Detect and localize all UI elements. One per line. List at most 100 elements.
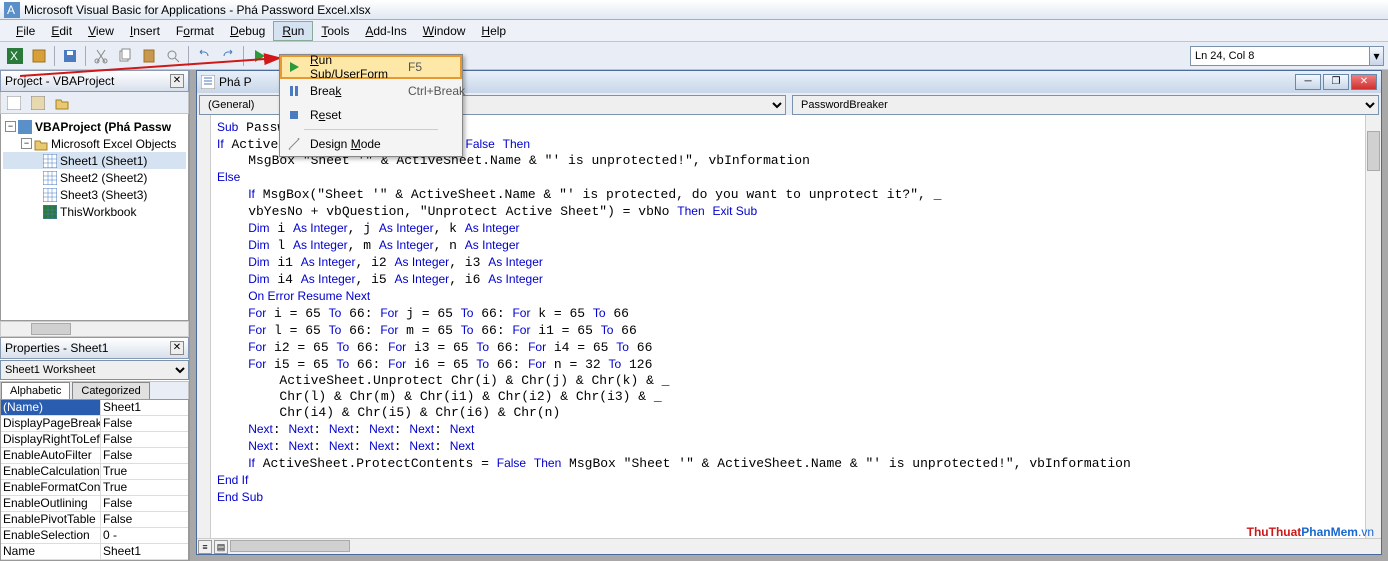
undo-icon[interactable] <box>193 45 215 67</box>
tab-alphabetic[interactable]: Alphabetic <box>1 382 70 399</box>
properties-panel: Sheet1 Worksheet Alphabetic Categorized … <box>0 359 189 561</box>
tree-item[interactable]: Sheet1 (Sheet1) <box>3 152 186 169</box>
property-value[interactable]: Sheet1 <box>101 544 188 559</box>
tree-folder[interactable]: − Microsoft Excel Objects <box>3 135 186 152</box>
menu-run-sub[interactable]: Run Sub/UserForm F5 <box>280 55 462 79</box>
property-row[interactable]: EnablePivotTableFalse <box>1 512 188 528</box>
property-value[interactable]: True <box>101 464 188 479</box>
project-scroll-h[interactable] <box>0 321 189 337</box>
scrollbar-horizontal[interactable] <box>229 539 1381 554</box>
menu-debug[interactable]: Debug <box>222 22 273 40</box>
view-excel-icon[interactable]: X <box>4 45 26 67</box>
run-icon[interactable] <box>248 45 270 67</box>
menu-bar: File Edit View Insert Format Debug Run T… <box>0 20 1388 42</box>
property-name: EnableSelection <box>1 528 101 543</box>
code-gutter <box>197 115 211 538</box>
menu-reset[interactable]: Reset <box>280 103 462 127</box>
left-dock: Project - VBAProject ✕ − VBAProject (Phá… <box>0 70 190 561</box>
property-row[interactable]: EnableOutliningFalse <box>1 496 188 512</box>
property-value[interactable]: False <box>101 448 188 463</box>
redo-icon[interactable] <box>217 45 239 67</box>
menu-window[interactable]: Window <box>415 22 474 40</box>
play-icon <box>284 61 304 73</box>
vba-app-icon: A <box>4 2 20 18</box>
cursor-position[interactable] <box>1190 46 1370 66</box>
svg-text:X: X <box>10 49 18 63</box>
tree-item[interactable]: ThisWorkbook <box>3 203 186 220</box>
view-code-icon[interactable] <box>3 92 25 114</box>
workbook-icon <box>43 205 57 219</box>
property-row[interactable]: EnableSelection0 - xlNoRestrictions <box>1 528 188 544</box>
property-value[interactable]: 0 - xlNoRestrictions <box>101 528 188 543</box>
save-icon[interactable] <box>59 45 81 67</box>
tree-root[interactable]: − VBAProject (Phá Passw <box>3 118 186 135</box>
stop-icon <box>284 109 304 121</box>
property-row[interactable]: DisplayPageBreaksFalse <box>1 416 188 432</box>
property-value[interactable]: False <box>101 432 188 447</box>
folder-icon <box>34 137 48 151</box>
title-bar: A Microsoft Visual Basic for Application… <box>0 0 1388 20</box>
code-editor[interactable]: Sub PasswordBreaker() If ActiveSheet.Pro… <box>211 115 1365 538</box>
menu-break[interactable]: Break Ctrl+Break <box>280 79 462 103</box>
insert-dropdown-icon[interactable] <box>28 45 50 67</box>
property-value[interactable]: Sheet1 <box>101 400 188 415</box>
project-panel-title[interactable]: Project - VBAProject ✕ <box>0 70 189 92</box>
menu-view[interactable]: View <box>80 22 122 40</box>
paste-icon[interactable] <box>138 45 160 67</box>
property-name: Name <box>1 544 101 559</box>
tab-categorized[interactable]: Categorized <box>72 382 149 399</box>
vba-project-icon <box>18 120 32 134</box>
menu-help[interactable]: Help <box>473 22 514 40</box>
property-value[interactable]: False <box>101 512 188 527</box>
project-tree[interactable]: − VBAProject (Phá Passw − Microsoft Exce… <box>0 114 189 321</box>
menu-tools[interactable]: Tools <box>313 22 357 40</box>
property-row[interactable]: (Name)Sheet1 <box>1 400 188 416</box>
object-selector[interactable]: Sheet1 Worksheet <box>0 360 189 380</box>
minimize-button[interactable]: ─ <box>1295 74 1321 90</box>
properties-panel-title[interactable]: Properties - Sheet1 ✕ <box>0 337 189 359</box>
property-name: EnablePivotTable <box>1 512 101 527</box>
property-name: EnableAutoFilter <box>1 448 101 463</box>
cursor-dropdown-icon[interactable]: ▾ <box>1370 46 1384 66</box>
menu-format[interactable]: Format <box>168 22 222 40</box>
tree-item[interactable]: Sheet2 (Sheet2) <box>3 169 186 186</box>
procedure-dropdown[interactable]: PasswordBreaker <box>792 95 1379 115</box>
collapse-icon[interactable]: − <box>5 121 16 132</box>
scrollbar-vertical[interactable] <box>1365 115 1381 538</box>
folder-icon[interactable] <box>51 92 73 114</box>
property-name: EnableOutlining <box>1 496 101 511</box>
cut-icon[interactable] <box>90 45 112 67</box>
procedure-view-icon[interactable]: ≡ <box>198 540 212 554</box>
project-toolbar <box>0 92 189 114</box>
property-value[interactable]: False <box>101 416 188 431</box>
tree-item[interactable]: Sheet3 (Sheet3) <box>3 186 186 203</box>
collapse-icon[interactable]: − <box>21 138 32 149</box>
property-row[interactable]: DisplayRightToLeftFalse <box>1 432 188 448</box>
property-name: (Name) <box>1 400 101 415</box>
menu-design-mode[interactable]: Design Mode <box>280 132 462 156</box>
app-title: Microsoft Visual Basic for Applications … <box>24 3 371 17</box>
find-icon[interactable] <box>162 45 184 67</box>
property-row[interactable]: EnableFormatConditionsCalculationTrue <box>1 480 188 496</box>
property-row[interactable]: EnableAutoFilterFalse <box>1 448 188 464</box>
close-button[interactable]: ✕ <box>1351 74 1377 90</box>
menu-edit[interactable]: Edit <box>43 22 80 40</box>
menu-addins[interactable]: Add-Ins <box>357 22 414 40</box>
menu-run[interactable]: Run <box>273 21 313 41</box>
watermark: ThuThuatPhanMem.vn <box>1247 515 1374 543</box>
copy-icon[interactable] <box>114 45 136 67</box>
property-value[interactable]: True <box>101 480 188 495</box>
close-icon[interactable]: ✕ <box>170 74 184 88</box>
property-name: DisplayRightToLeft <box>1 432 101 447</box>
close-icon[interactable]: ✕ <box>170 341 184 355</box>
property-row[interactable]: NameSheet1 <box>1 544 188 560</box>
property-value[interactable]: False <box>101 496 188 511</box>
view-object-icon[interactable] <box>27 92 49 114</box>
restore-button[interactable]: ❐ <box>1323 74 1349 90</box>
run-dropdown-menu: Run Sub/UserForm F5 Break Ctrl+Break Res… <box>279 54 463 157</box>
menu-insert[interactable]: Insert <box>122 22 168 40</box>
property-row[interactable]: EnableCalculationTrue <box>1 464 188 480</box>
menu-file[interactable]: File <box>8 22 43 40</box>
properties-grid[interactable]: (Name)Sheet1DisplayPageBreaksFalseDispla… <box>0 399 189 561</box>
full-module-view-icon[interactable]: ▤ <box>214 540 228 554</box>
